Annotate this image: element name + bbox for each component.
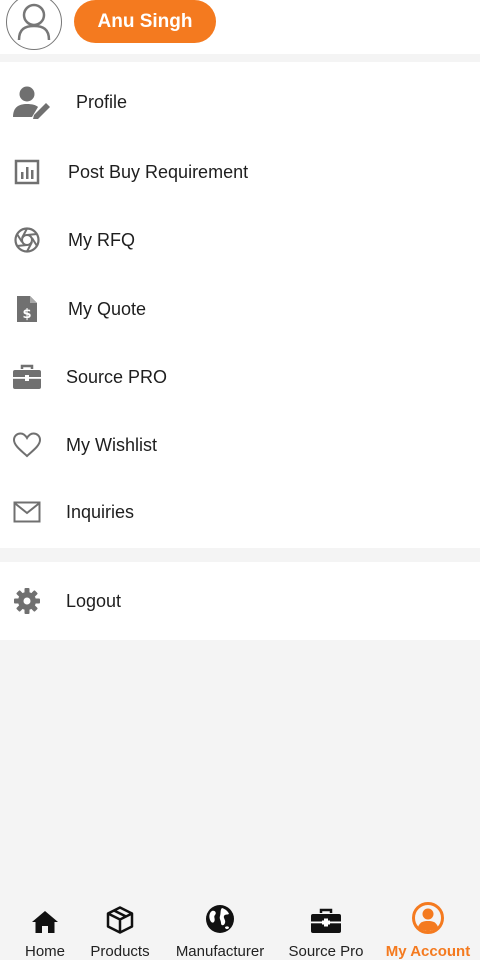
- logout-section: Logout: [0, 562, 480, 640]
- account-menu: Profile Post Buy Requirement My RFQ $ My…: [0, 62, 480, 548]
- menu-label-post-buy-requirement: Post Buy Requirement: [68, 161, 249, 182]
- document-dollar-icon: $: [12, 294, 42, 324]
- menu-label-source-pro: Source PRO: [66, 366, 168, 387]
- user-edit-icon: [12, 86, 52, 119]
- menu-item-post-buy-requirement[interactable]: Post Buy Requirement: [0, 138, 480, 206]
- menu-item-profile[interactable]: Profile: [0, 68, 480, 136]
- nav-label-products: Products: [90, 943, 150, 960]
- logout-button[interactable]: Logout: [0, 567, 480, 635]
- nav-item-products[interactable]: Products: [86, 900, 154, 960]
- menu-item-my-rfq[interactable]: My RFQ: [0, 206, 480, 274]
- nav-label-home: Home: [24, 943, 65, 960]
- nav-label-manufacturer: Manufacturer: [175, 943, 265, 960]
- user-name-badge[interactable]: Anu Singh: [74, 0, 216, 43]
- envelope-icon: [12, 497, 42, 527]
- svg-text:$: $: [22, 307, 31, 322]
- menu-item-my-wishlist[interactable]: My Wishlist: [0, 411, 480, 479]
- nav-item-source-pro[interactable]: Source Pro: [284, 900, 368, 960]
- globe-icon: [205, 900, 235, 934]
- nav-label-my-account: My Account: [385, 943, 471, 960]
- account-header: Anu Singh: [0, 0, 480, 54]
- briefcase-icon: [12, 362, 42, 392]
- heart-icon: [12, 430, 42, 460]
- menu-label-profile: Profile: [76, 91, 128, 112]
- menu-label-my-rfq: My RFQ: [68, 229, 135, 250]
- box-icon: [106, 900, 134, 934]
- nav-item-home[interactable]: Home: [18, 900, 72, 960]
- aperture-icon: [12, 225, 42, 255]
- menu-label-logout: Logout: [66, 590, 122, 611]
- nav-item-manufacturer[interactable]: Manufacturer: [170, 900, 270, 960]
- nav-item-my-account[interactable]: My Account: [382, 900, 474, 960]
- chart-icon: [12, 157, 42, 187]
- account-icon: [412, 900, 444, 934]
- avatar[interactable]: [6, 0, 62, 50]
- menu-label-my-wishlist: My Wishlist: [66, 434, 157, 455]
- home-icon: [31, 900, 59, 934]
- bottom-nav: Home Products Manufacturer Source Pro My…: [0, 900, 480, 960]
- menu-item-my-quote[interactable]: $ My Quote: [0, 275, 480, 343]
- menu-item-source-pro[interactable]: Source PRO: [0, 343, 480, 411]
- gear-icon: [12, 586, 42, 616]
- user-icon: [17, 3, 51, 41]
- nav-label-source-pro: Source Pro: [288, 943, 364, 960]
- menu-label-my-quote: My Quote: [68, 298, 147, 319]
- briefcase-icon: [310, 900, 342, 934]
- menu-label-inquiries: Inquiries: [66, 501, 135, 522]
- menu-item-inquiries[interactable]: Inquiries: [0, 478, 480, 546]
